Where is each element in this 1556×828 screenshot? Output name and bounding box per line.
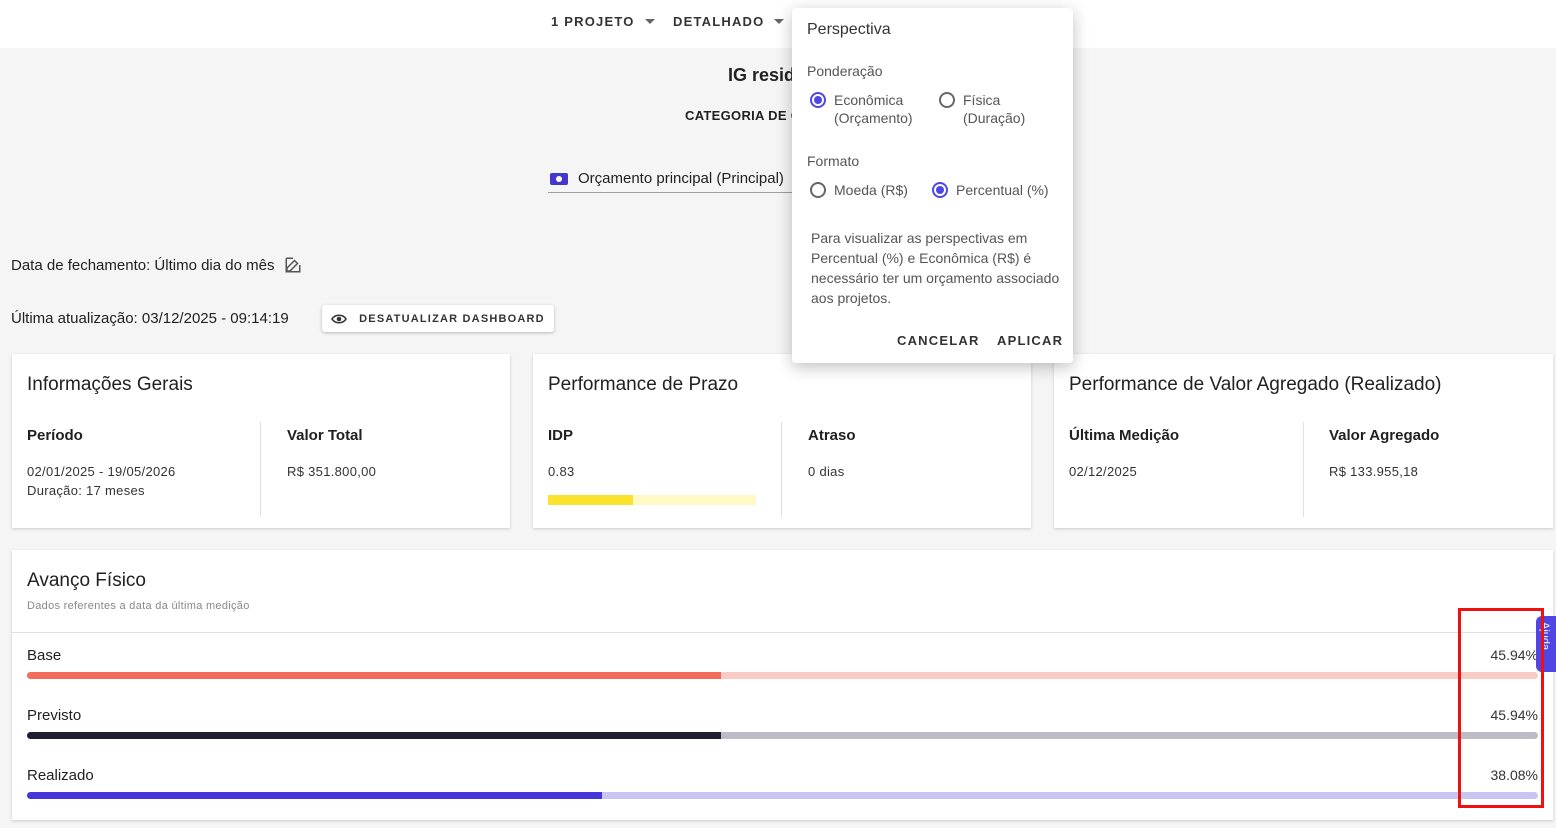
last-update-text: Última atualização: 03/12/2025 - 09:14:1… [11,310,289,327]
idp-value: 0.83 [548,464,575,479]
page-title: IG resid [728,65,796,85]
radio-unchecked-icon [939,92,955,108]
general-info-title: Informações Gerais [27,374,193,395]
divider [260,422,261,517]
caret-down-icon [774,19,785,24]
help-tab-label: Ajuda [1539,622,1551,651]
apply-button[interactable]: APLICAR [997,333,1063,348]
earned-value-value: R$ 133.955,18 [1329,464,1419,479]
schedule-performance-title: Performance de Prazo [548,374,739,395]
divider [781,422,782,517]
total-value: R$ 351.800,00 [287,464,377,479]
previsto-progress-bar [27,732,1538,739]
idp-progress-bar [548,495,756,505]
earned-value-card: Performance de Valor Agregado (Realizado… [1054,354,1553,528]
divider [1303,422,1304,517]
project-selector[interactable]: 1 PROJETO [551,14,655,29]
perspective-popup: Perspectiva Ponderação Econômica (Orçame… [792,8,1073,363]
desatualizar-dashboard-button[interactable]: DESATUALIZAR DASHBOARD [322,305,554,332]
divider [12,632,1553,633]
cancel-button[interactable]: CANCELAR [897,333,980,348]
eye-icon [331,313,348,324]
help-tab[interactable]: Ajuda [1536,616,1556,672]
popup-note: Para visualizar as perspectivas em Perce… [811,230,1060,306]
schedule-performance-card: Performance de Prazo IDP 0.83 Atraso 0 d… [533,354,1031,528]
edit-icon[interactable] [284,256,302,274]
delay-value: 0 dias [808,464,845,479]
weighting-economic-label: Econômica (Orçamento) [834,92,913,126]
format-currency-radio[interactable]: Moeda (R$) [810,181,908,199]
general-info-card: Informações Gerais Período 02/01/2025 - … [12,354,510,528]
physical-progress-title: Avanço Físico [27,570,146,591]
top-bar: 1 PROJETO DETALHADO [0,0,1556,48]
base-progress-fill [27,672,722,679]
money-icon [550,172,568,185]
period-dates: 02/01/2025 - 19/05/2026 [27,464,176,479]
physical-progress-card: Avanço Físico Dados referentes a data da… [12,550,1553,820]
period-value: 02/01/2025 - 19/05/2026 Duração: 17 mese… [27,462,176,500]
idp-progress-fill [548,495,634,505]
realizado-percent: 38.08% [1490,767,1538,783]
budget-select-value: Orçamento principal (Principal) [578,170,784,187]
realizado-progress-bar [27,792,1538,799]
previsto-label: Previsto [27,707,82,724]
physical-progress-subtitle: Dados referentes a data da última mediçã… [27,600,250,612]
earned-value-title: Performance de Valor Agregado (Realizado… [1069,374,1442,395]
format-percent-label: Percentual (%) [956,182,1049,198]
period-duration: Duração: 17 meses [27,483,145,498]
base-label: Base [27,647,62,664]
realizado-label: Realizado [27,767,94,784]
popup-title: Perspectiva [807,21,891,38]
period-label: Período [27,427,83,444]
radio-checked-icon [932,182,948,198]
delay-label: Atraso [808,427,856,444]
last-measurement-label: Última Medição [1069,427,1180,444]
weighting-physical-radio[interactable]: Física (Duração) [939,91,1025,127]
radio-checked-icon [810,92,826,108]
realizado-progress-fill [27,792,603,799]
desatualizar-dashboard-label: DESATUALIZAR DASHBOARD [359,312,545,325]
caret-down-icon [644,19,655,24]
last-measurement-value: 02/12/2025 [1069,464,1138,479]
earned-value-label: Valor Agregado [1329,427,1440,444]
category-label: CATEGORIA DE C [685,108,801,123]
base-percent: 45.94% [1490,647,1538,663]
weighting-physical-label: Física (Duração) [963,92,1026,126]
weighting-label: Ponderação [807,63,883,79]
previsto-progress-fill [27,732,722,739]
budget-select[interactable]: Orçamento principal (Principal) [548,165,808,193]
format-percent-radio[interactable]: Percentual (%) [932,181,1049,199]
weighting-economic-radio[interactable]: Econômica (Orçamento) [810,91,913,127]
previsto-percent: 45.94% [1490,707,1538,723]
radio-unchecked-icon [810,182,826,198]
base-progress-bar [27,672,1538,679]
view-selector-label: DETALHADO [673,14,765,29]
project-selector-label: 1 PROJETO [551,14,635,29]
total-value-label: Valor Total [287,427,363,444]
closing-date: Data de fechamento: Último dia do mês [11,256,302,274]
view-selector[interactable]: DETALHADO [673,14,785,29]
closing-date-text: Data de fechamento: Último dia do mês [11,256,275,274]
format-label: Formato [807,153,860,169]
idp-label: IDP [548,427,574,444]
format-currency-label: Moeda (R$) [834,182,908,198]
